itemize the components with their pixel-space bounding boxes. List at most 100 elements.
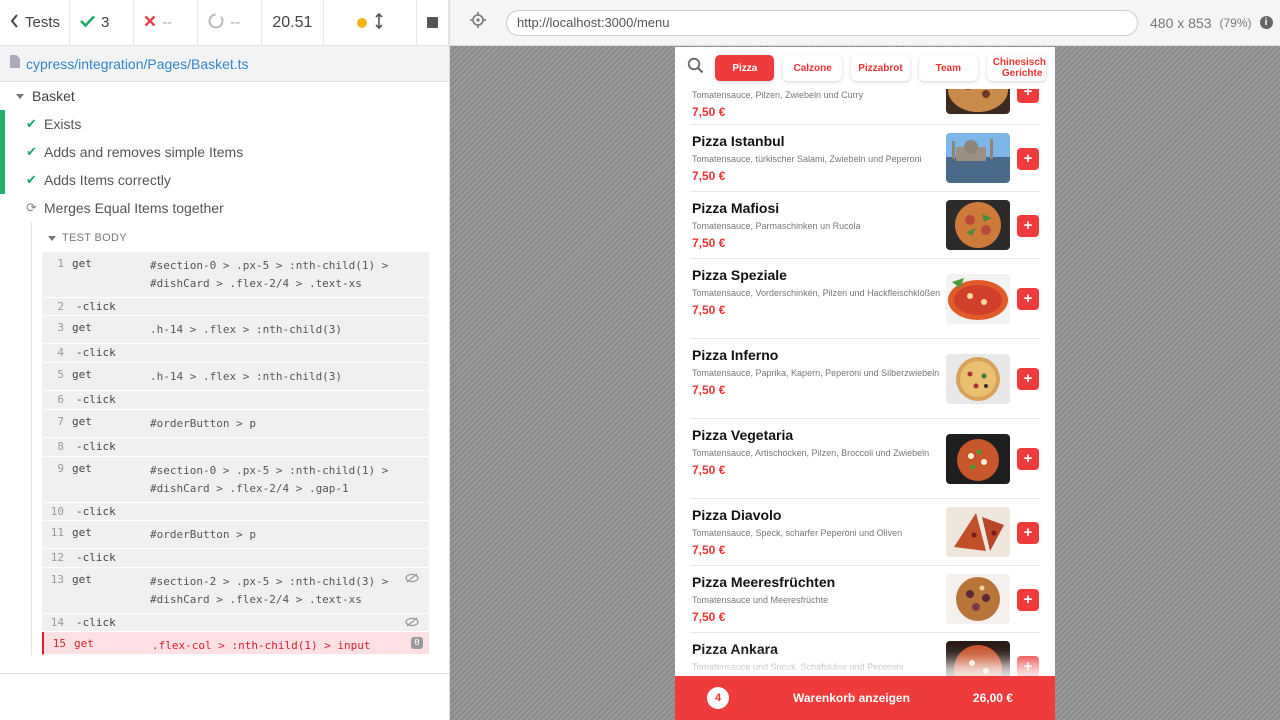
passed-count: 3 (101, 14, 110, 31)
command-row[interactable]: 12 -click (42, 549, 429, 568)
failed-count: -- (162, 14, 173, 31)
test-item[interactable]: ✔ Adds Items correctly (0, 166, 449, 194)
category-tab-pizzabrot[interactable]: Pizzabrot (851, 55, 910, 81)
pending-count: -- (230, 14, 241, 31)
dish-info: Pizza Vegetaria Tomatensauce, Artischock… (692, 427, 942, 477)
command-row[interactable]: 8 -click (42, 438, 429, 457)
add-to-cart-button[interactable]: + (1017, 288, 1039, 310)
eye-slash-icon[interactable] (405, 616, 419, 630)
dish-card[interactable]: Pizza Meeresfrüchten Tomatensauce und Me… (690, 566, 1040, 633)
command-row[interactable]: 5 get .h-14 > .flex > :nth-child(3) (42, 363, 429, 391)
add-to-cart-button[interactable]: + (1017, 656, 1039, 678)
command-name: get (72, 257, 92, 270)
duration: 20.51 (262, 0, 324, 45)
command-name: -click (76, 346, 116, 359)
dish-card[interactable]: Pizza Speziale Tomatensauce, Vorderschin… (690, 259, 1040, 339)
command-number: 9 (57, 462, 64, 475)
selector-playground-button[interactable] (450, 12, 506, 33)
dish-card[interactable]: Pizza Vegetaria Tomatensauce, Artischock… (690, 419, 1040, 499)
file-icon (10, 54, 20, 73)
command-name: get (72, 462, 92, 475)
command-row-failed[interactable]: 15 get .flex-col > :nth-child(1) > input… (42, 632, 429, 655)
runner-header: Tests 3 -- -- 20.51 (0, 0, 449, 46)
command-message: .h-14 > .flex > :nth-child(3) (150, 370, 343, 383)
dish-description: Tomatensauce, Pilzen, Zwiebeln und Curry (692, 90, 864, 100)
command-row[interactable]: 1 get #section-0 > .px-5 > :nth-child(1)… (42, 252, 429, 298)
category-tab-team[interactable]: Team (918, 55, 978, 81)
dish-description: Tomatensauce, Artischocken, Pilzen, Broc… (692, 448, 930, 458)
test-label: Adds Items correctly (44, 172, 171, 188)
category-bar: Pizza Calzone Pizzabrot Team Chinesische… (675, 47, 1055, 89)
command-name: get (72, 573, 92, 586)
dish-price: 7,50 € (692, 610, 726, 624)
add-to-cart-button[interactable]: + (1017, 368, 1039, 390)
command-row[interactable]: 10 -click (42, 503, 429, 521)
command-message (150, 616, 429, 631)
dish-title: Pizza Vegetaria (692, 427, 794, 443)
command-name: get (72, 368, 92, 381)
dish-info: Pizza Speziale Tomatensauce, Vorderschin… (692, 267, 942, 317)
command-row[interactable]: 11 get #orderButton > p (42, 521, 429, 549)
check-icon (80, 14, 95, 31)
command-message (150, 551, 429, 567)
dish-card[interactable]: Pizza Inferno Tomatensauce, Paprika, Kap… (690, 339, 1040, 419)
add-to-cart-button[interactable]: + (1017, 215, 1039, 237)
eye-slash-icon[interactable] (405, 572, 419, 586)
command-message: .h-14 > .flex > :nth-child(3) (150, 323, 343, 336)
dish-card[interactable]: Pizza Diavolo Tomatensauce, Speck, schar… (690, 499, 1040, 566)
category-tab-pizza[interactable]: Pizza (715, 55, 775, 81)
category-tab-calzone[interactable]: Calzone (783, 55, 843, 81)
command-number: 7 (57, 415, 64, 428)
add-to-cart-button[interactable]: + (1017, 522, 1039, 544)
category-tab-chinesische-gerichte[interactable]: Chinesische Gerichte (986, 55, 1046, 81)
test-item[interactable]: ✔ Exists (0, 110, 449, 138)
test-item-running[interactable]: ⟳ Merges Equal Items together (0, 194, 449, 222)
dish-image (946, 200, 1010, 250)
command-row[interactable]: 4 -click (42, 344, 429, 363)
command-row[interactable]: 9 get #section-0 > .px-5 > :nth-child(1)… (42, 457, 429, 503)
command-row[interactable]: 14 -click (42, 614, 429, 632)
cypress-runner-panel: Tests 3 -- -- 20.51 cypress/integration/… (0, 0, 450, 720)
stop-button[interactable] (417, 0, 449, 45)
command-row[interactable]: 13 get #section-2 > .px-5 > :nth-child(3… (42, 568, 429, 614)
command-number: 13 (50, 573, 64, 586)
auto-scroll-toggle[interactable] (324, 0, 417, 45)
check-icon: ✔ (26, 144, 37, 159)
cart-bar-button[interactable]: 4 Warenkorb anzeigen 26,00 € (675, 676, 1055, 720)
dish-description: Tomatensauce, Vorderschinken, Pilzen und… (692, 288, 941, 298)
dish-title: Pizza Mafiosi (692, 200, 780, 216)
arrows-vertical-icon (375, 12, 383, 33)
viewport-info: 480 x 853 (79%) i (1150, 15, 1273, 31)
dish-title: Pizza Speziale (692, 267, 787, 283)
aut-header: http://localhost:3000/menu 480 x 853 (79… (450, 0, 1280, 46)
refresh-spinner-icon: ⟳ (26, 200, 37, 215)
command-row[interactable]: 6 -click (42, 391, 429, 410)
suite-title[interactable]: Basket (0, 82, 449, 110)
add-to-cart-button[interactable]: + (1017, 589, 1039, 611)
add-to-cart-button[interactable]: + (1017, 448, 1039, 470)
collapse-caret-icon (16, 93, 24, 99)
failed-stat: -- (134, 0, 199, 45)
command-name: get (72, 415, 92, 428)
test-item[interactable]: ✔ Adds and removes simple Items (0, 138, 449, 166)
test-body-header[interactable]: TEST BODY (32, 228, 429, 248)
search-button[interactable] (675, 57, 715, 79)
spec-file-path[interactable]: cypress/integration/Pages/Basket.ts (26, 56, 249, 72)
command-name: -click (76, 300, 116, 313)
info-icon[interactable]: i (1259, 16, 1273, 29)
url-bar[interactable]: http://localhost:3000/menu (506, 9, 1138, 36)
app-viewport: Pizza Calzone Pizzabrot Team Chinesische… (675, 47, 1055, 720)
cart-label: Warenkorb anzeigen (793, 691, 910, 705)
dish-card[interactable]: Pizza Istanbul Tomatensauce, türkischer … (690, 125, 1040, 192)
command-row[interactable]: 3 get .h-14 > .flex > :nth-child(3) (42, 316, 429, 344)
test-body-label: TEST BODY (62, 232, 127, 244)
command-number: 3 (57, 321, 64, 334)
add-to-cart-button[interactable]: + (1017, 148, 1039, 170)
tests-back-button[interactable]: Tests (0, 0, 70, 45)
command-row[interactable]: 2 -click (42, 298, 429, 316)
dish-price: 7,50 € (692, 383, 726, 397)
check-icon: ✔ (26, 116, 37, 131)
test-label: Merges Equal Items together (44, 200, 224, 216)
dish-card[interactable]: Pizza Mafiosi Tomatensauce, Parmaschinke… (690, 192, 1040, 259)
command-row[interactable]: 7 get #orderButton > p (42, 410, 429, 438)
